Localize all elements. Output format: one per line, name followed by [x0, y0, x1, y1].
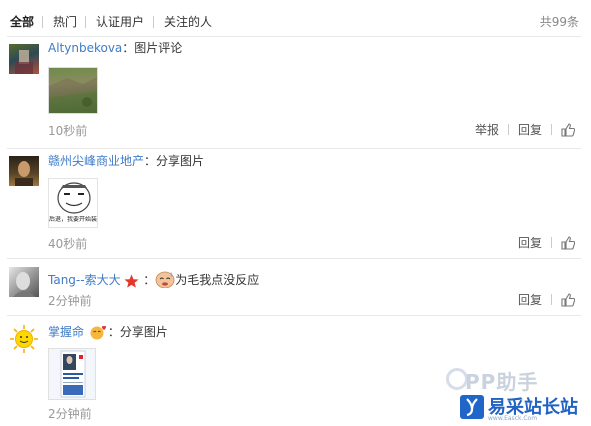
- tab-separator: [85, 16, 86, 28]
- watermark-text: PP助手: [465, 370, 539, 394]
- site-logo-icon: [460, 395, 484, 419]
- site-watermark: 易采站长站 www.Easck.Com: [455, 392, 591, 426]
- sweat-emoji-icon: [155, 271, 175, 288]
- meme-face-icon: [57, 182, 91, 214]
- reply-button[interactable]: 回复: [518, 293, 542, 307]
- avatar-icon[interactable]: [9, 44, 39, 74]
- comment-item: Altynbekova：图片评论 10秒前 举报 回复: [0, 37, 591, 148]
- like-icon[interactable]: [561, 123, 575, 137]
- meme-caption: 后退，我要开始装逼了: [49, 216, 97, 223]
- report-button[interactable]: 举报: [475, 123, 499, 137]
- comment-item: Tang--索大大 ： 为毛我点没反应 2分钟前 回复: [0, 259, 591, 315]
- meme-image[interactable]: 后退，我要开始装逼了: [48, 178, 98, 228]
- star-icon: [124, 274, 139, 288]
- comment-line: 赣州尖峰商业地产：分享图片: [48, 153, 204, 169]
- landscape-photo[interactable]: [48, 67, 98, 114]
- heart-emoji-icon: [90, 325, 106, 340]
- tab-separator: [42, 16, 43, 28]
- comment-actions: 回复: [518, 292, 575, 308]
- avatar-icon[interactable]: [9, 156, 39, 186]
- username-link[interactable]: Tang--索大大: [48, 273, 121, 287]
- comment-line: Tang--索大大 ： 为毛我点没反应: [48, 270, 259, 288]
- comment-text: ：分享图片: [144, 154, 205, 168]
- comment-time: 10秒前: [48, 124, 88, 138]
- comment-text: ：图片评论: [122, 41, 183, 55]
- tab-all[interactable]: 全部: [10, 14, 34, 30]
- comment-item: 赣州尖峰商业地产：分享图片 后退，我要开始装逼了 40秒前 回复: [0, 149, 591, 258]
- tab-hot[interactable]: 热门: [53, 14, 77, 30]
- comment-time: 40秒前: [48, 237, 88, 251]
- action-separator: [551, 124, 552, 135]
- comment-text: ：分享图片: [107, 325, 168, 339]
- comment-time: 2分钟前: [48, 294, 92, 308]
- username-link[interactable]: Altynbekova: [48, 41, 122, 55]
- comment-line: Altynbekova：图片评论: [48, 40, 182, 56]
- action-separator: [551, 237, 552, 248]
- avatar-icon[interactable]: [9, 267, 39, 297]
- action-separator: [551, 294, 552, 305]
- comment-text: 为毛我点没反应: [175, 273, 260, 287]
- action-separator: [507, 124, 509, 135]
- username-link[interactable]: 掌握命: [48, 325, 84, 339]
- site-watermark-url: www.Easck.Com: [488, 415, 538, 422]
- comment-tabs: 全部 热门 认证用户 关注的人 共99条: [0, 0, 591, 40]
- username-link[interactable]: 赣州尖峰商业地产: [48, 154, 144, 168]
- comment-actions: 回复: [518, 235, 575, 251]
- comment-time: 2分钟前: [48, 407, 92, 421]
- comment-actions: 举报 回复: [475, 122, 575, 138]
- reply-button[interactable]: 回复: [518, 236, 542, 250]
- like-icon[interactable]: [561, 236, 575, 250]
- tab-separator: [153, 16, 154, 28]
- tab-following[interactable]: 关注的人: [164, 14, 212, 30]
- reply-button[interactable]: 回复: [518, 123, 542, 137]
- comment-line: 掌握命 ：分享图片: [48, 324, 168, 340]
- tab-verified[interactable]: 认证用户: [96, 14, 144, 30]
- comment-count: 共99条: [539, 15, 579, 29]
- sun-avatar-icon[interactable]: [9, 324, 39, 354]
- book-cover-image[interactable]: [48, 348, 96, 400]
- like-icon[interactable]: [561, 293, 575, 307]
